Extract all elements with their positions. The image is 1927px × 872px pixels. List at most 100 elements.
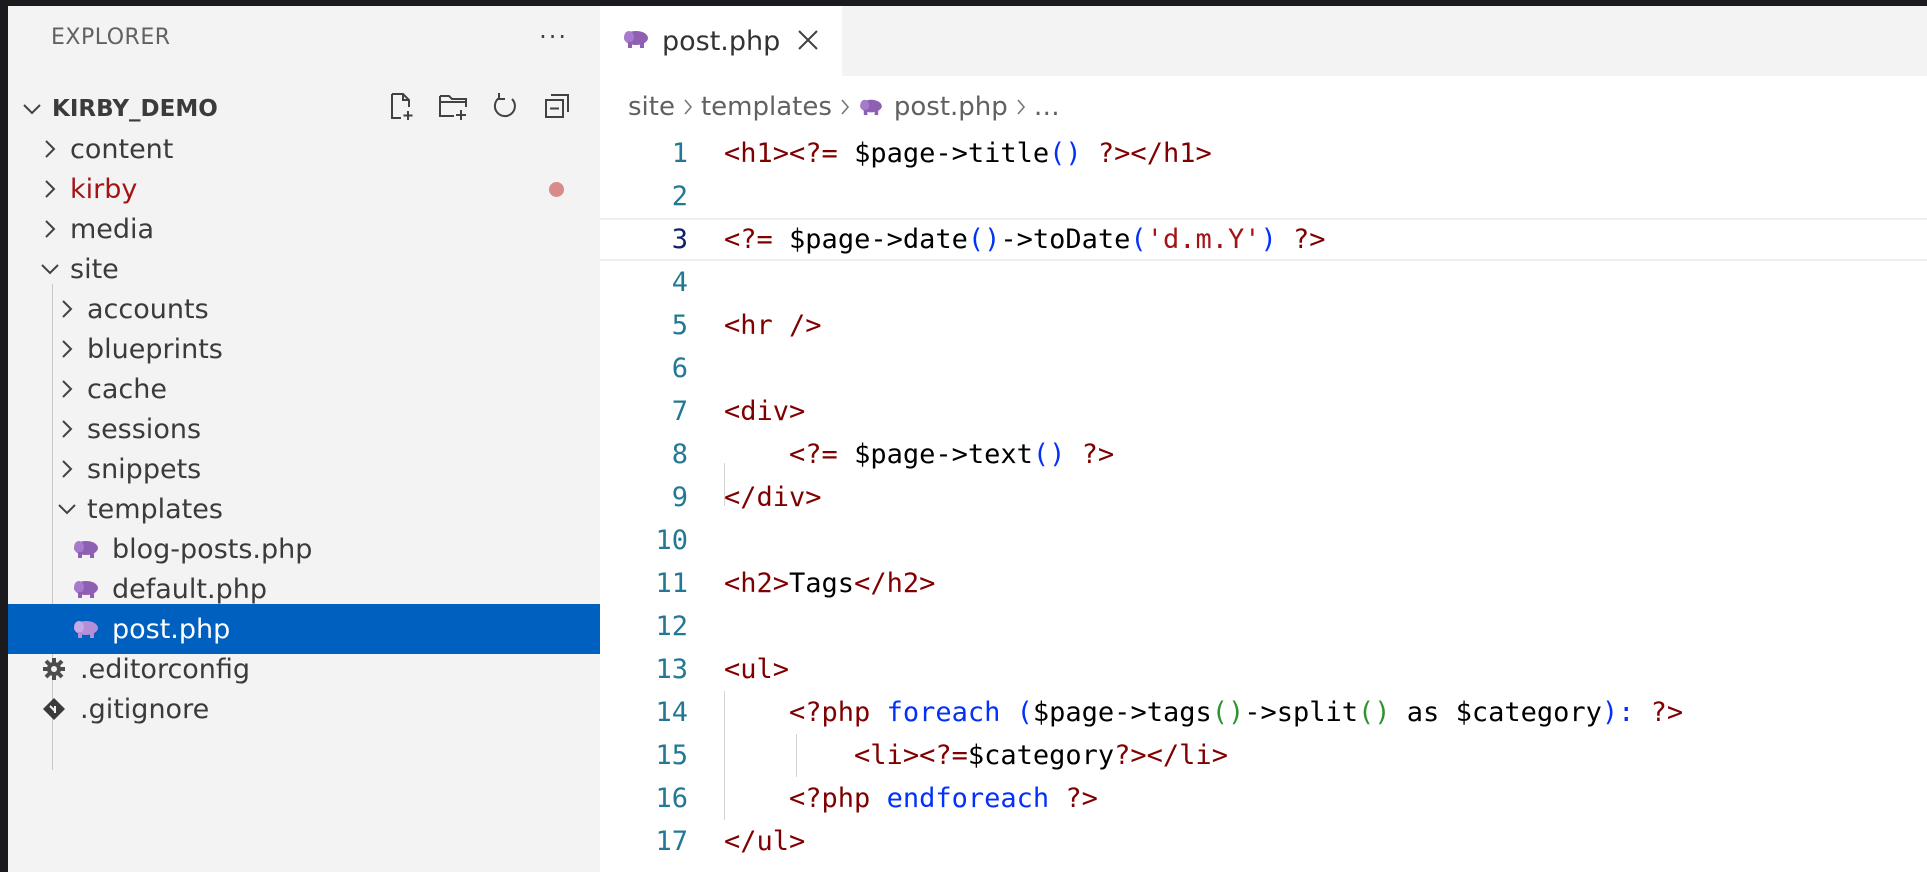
tree-item-label: default.php	[112, 573, 267, 605]
line-number: 3	[671, 224, 688, 255]
code-line: 2	[600, 175, 1927, 218]
line-text: <?= $page->text() ?>	[789, 439, 1115, 470]
line-number: 4	[671, 267, 688, 298]
php-elephant-icon	[72, 578, 100, 600]
line-text: <h2>Tags</h2>	[724, 568, 936, 599]
line-text: <ul>	[724, 654, 790, 685]
chevron-right-icon	[53, 380, 81, 398]
php-elephant-icon	[858, 98, 884, 116]
new-folder-icon[interactable]	[438, 91, 468, 127]
code-line: 14 <?php foreach ($page->tags()->split()…	[600, 691, 1927, 734]
line-number: 17	[655, 826, 688, 857]
line-text: <h1><?= $page->title() ?></h1>	[724, 138, 1212, 169]
explorer-sidebar: EXPLORER ··· KIRBY_DEMO content kirby me…	[8, 6, 600, 872]
chevron-down-icon	[18, 103, 46, 115]
chevron-right-icon	[840, 99, 850, 115]
chevron-right-icon	[36, 180, 64, 198]
chevron-right-icon	[1016, 99, 1026, 115]
chevron-right-icon	[53, 460, 81, 478]
workspace-root-label: KIRBY_DEMO	[52, 96, 218, 122]
code-line: 9 </div>	[600, 476, 1927, 519]
tree-item-label: blog-posts.php	[112, 533, 313, 565]
php-elephant-icon	[72, 618, 100, 640]
tree-file-gitignore[interactable]: .gitignore	[8, 684, 600, 734]
explorer-title: EXPLORER	[51, 24, 171, 50]
code-line: 16 <?php endforeach ?>	[600, 777, 1927, 820]
php-elephant-icon	[72, 538, 100, 560]
line-text: </ul>	[724, 826, 806, 857]
code-line: 11 <h2>Tags</h2>	[600, 562, 1927, 605]
tree-item-label: blueprints	[87, 333, 223, 365]
line-text: <?= $page->date()->toDate('d.m.Y') ?>	[724, 224, 1326, 255]
line-text: <li><?=$category?></li>	[854, 740, 1228, 771]
tree-item-label: media	[70, 213, 155, 245]
line-number: 9	[671, 482, 688, 513]
line-number: 1	[671, 138, 688, 169]
refresh-icon[interactable]	[490, 91, 520, 127]
modified-indicator	[549, 181, 564, 197]
tree-item-label: accounts	[87, 293, 209, 325]
chevron-down-icon	[36, 263, 64, 275]
new-file-icon[interactable]	[386, 91, 416, 127]
tree-item-label: kirby	[70, 173, 138, 205]
line-text: </div>	[724, 482, 822, 513]
code-line: 7 <div>	[600, 390, 1927, 433]
tab-label: post.php	[662, 25, 781, 57]
line-number: 7	[671, 396, 688, 427]
code-line: 6	[600, 347, 1927, 390]
chevron-right-icon	[53, 340, 81, 358]
tree-item-label: snippets	[87, 453, 202, 485]
line-text: <div>	[724, 396, 806, 427]
tree-item-label: .gitignore	[80, 693, 210, 725]
code-line: 5 <hr />	[600, 304, 1927, 347]
line-text: <?php endforeach ?>	[789, 783, 1098, 814]
more-actions-button[interactable]: ···	[539, 23, 568, 51]
code-line-current: 3 <?= $page->date()->toDate('d.m.Y') ?>	[600, 218, 1927, 261]
line-number: 14	[655, 697, 688, 728]
line-number: 5	[671, 310, 688, 341]
tab-bar: post.php	[600, 6, 1927, 76]
tree-item-label: .editorconfig	[80, 653, 251, 685]
breadcrumb-templates[interactable]: templates	[701, 92, 832, 122]
chevron-right-icon	[36, 140, 64, 158]
line-number: 10	[655, 525, 688, 556]
line-text: <hr />	[724, 310, 822, 341]
code-line: 17 </ul>	[600, 820, 1927, 863]
git-icon	[40, 698, 68, 720]
close-icon[interactable]	[794, 26, 822, 54]
line-number: 8	[671, 439, 688, 470]
tree-item-label: content	[70, 133, 174, 165]
tree-item-label: site	[70, 253, 119, 285]
explorer-actions	[386, 91, 572, 127]
vscode-window: EXPLORER ··· KIRBY_DEMO content kirby me…	[8, 6, 1927, 872]
collapse-all-icon[interactable]	[542, 91, 572, 127]
tab-post-php[interactable]: post.php	[600, 6, 842, 76]
line-number: 15	[655, 740, 688, 771]
chevron-right-icon	[683, 99, 693, 115]
line-number: 12	[655, 611, 688, 642]
line-number: 16	[655, 783, 688, 814]
breadcrumb: site templates post.php …	[600, 76, 1927, 138]
breadcrumb-file[interactable]: post.php	[894, 92, 1008, 122]
code-line: 8 <?= $page->text() ?>	[600, 433, 1927, 476]
code-line: 1 <h1><?= $page->title() ?></h1>	[600, 132, 1927, 175]
tree-item-label: sessions	[87, 413, 202, 445]
line-number: 11	[655, 568, 688, 599]
code-line: 10	[600, 519, 1927, 562]
breadcrumb-site[interactable]: site	[628, 92, 675, 122]
tree-item-label: templates	[87, 493, 223, 525]
code-line: 13 <ul>	[600, 648, 1927, 691]
code-line: 12	[600, 605, 1927, 648]
chevron-down-icon	[53, 503, 81, 515]
chevron-right-icon	[53, 420, 81, 438]
code-line: 4	[600, 261, 1927, 304]
gear-icon	[40, 658, 68, 680]
line-text: <?php foreach ($page->tags()->split() as…	[789, 697, 1684, 728]
chevron-right-icon	[53, 300, 81, 318]
line-number: 2	[671, 181, 688, 212]
code-line: 15 <li><?=$category?></li>	[600, 734, 1927, 777]
chevron-right-icon	[36, 220, 64, 238]
editor-area: post.php site templates post.php … 1 <h1…	[600, 6, 1927, 872]
breadcrumb-symbols[interactable]: …	[1034, 92, 1060, 122]
tree-item-label: cache	[87, 373, 167, 405]
